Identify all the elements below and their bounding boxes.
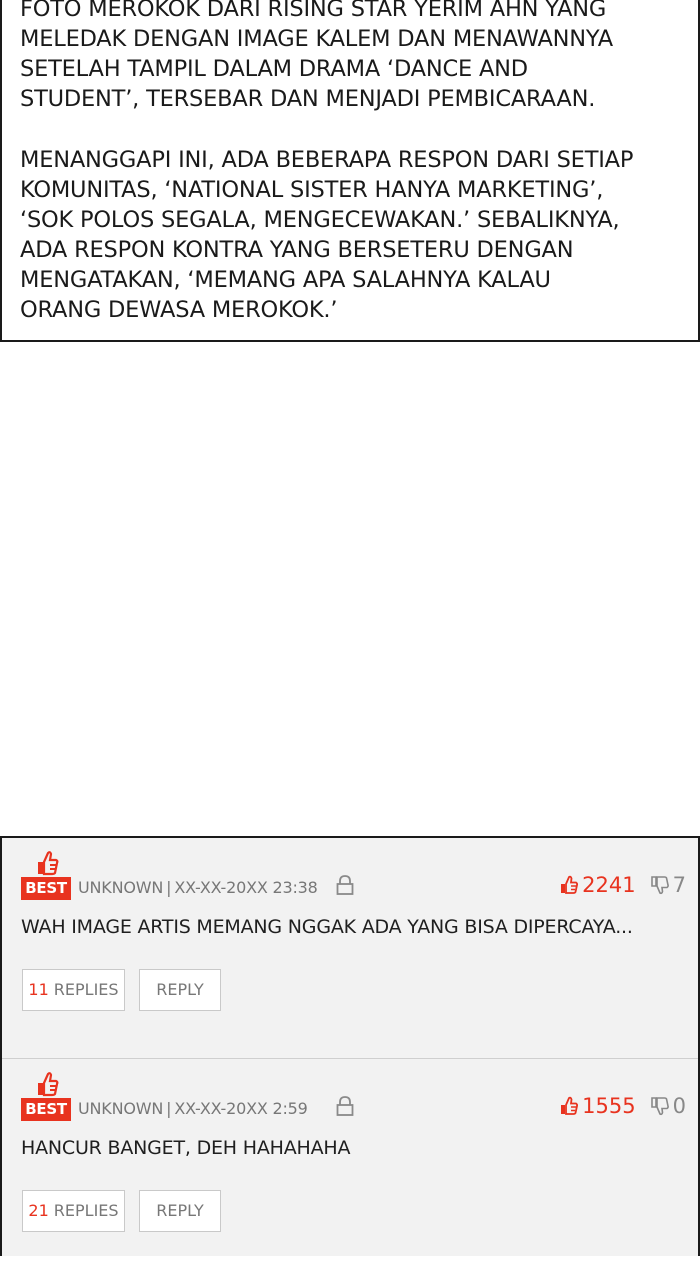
best-badge: BEST bbox=[21, 1071, 71, 1121]
thumbs-up-icon bbox=[561, 1096, 579, 1115]
meta-separator: | bbox=[166, 1099, 172, 1118]
caption-line: MENANGGAPI INI, ADA BEBERAPA RESPON DARI… bbox=[20, 147, 634, 173]
comment-item: BEST UNKNOWN | XX-XX-20XX 23:38 2241 7 W… bbox=[2, 838, 698, 1058]
comment-author: UNKNOWN bbox=[78, 1099, 164, 1118]
reply-count: 11 bbox=[28, 980, 49, 999]
caption-line: MELEDAK DENGAN IMAGE KALEM DAN MENAWANNY… bbox=[20, 26, 613, 52]
lock-icon[interactable] bbox=[335, 1095, 355, 1117]
dislike-count: 7 bbox=[672, 873, 686, 897]
dislike-button[interactable]: 7 bbox=[650, 873, 686, 897]
caption-line: SETELAH TAMPIL DALAM DRAMA ‘DANCE AND bbox=[20, 56, 528, 82]
comment-meta: UNKNOWN | XX-XX-20XX 23:38 bbox=[78, 878, 318, 897]
replies-button[interactable]: 11 REPLIES bbox=[22, 969, 125, 1011]
meta-separator: | bbox=[166, 878, 172, 897]
thumbs-up-icon bbox=[38, 851, 59, 876]
comment-text: WAH IMAGE ARTIS MEMANG NGGAK ADA YANG BI… bbox=[21, 916, 633, 938]
comment-author: UNKNOWN bbox=[78, 878, 164, 897]
caption-line: KOMUNITAS, ‘NATIONAL SISTER HANYA MARKET… bbox=[20, 177, 604, 203]
like-button[interactable]: 1555 bbox=[559, 1094, 636, 1118]
comment-votes: 1555 0 bbox=[559, 1094, 686, 1118]
caption-line: ADA RESPON KONTRA YANG BERSETERU DENGAN bbox=[20, 237, 574, 263]
best-label: BEST bbox=[21, 877, 71, 900]
caption-line: MENGATAKAN, ‘MEMANG APA SALAHNYA KALAU bbox=[20, 267, 551, 293]
comment-text: HANCUR BANGET, DEH HAHAHAHA bbox=[21, 1137, 351, 1159]
reply-button[interactable]: REPLY bbox=[139, 1190, 221, 1232]
thumbs-down-icon bbox=[650, 876, 669, 895]
thumbs-up-icon bbox=[561, 875, 579, 894]
like-button[interactable]: 2241 bbox=[559, 873, 636, 897]
reply-count: 21 bbox=[28, 1201, 49, 1220]
caption-line: FOTO MEROKOK DARI RISING STAR YERIM AHN … bbox=[20, 0, 607, 22]
best-label: BEST bbox=[21, 1098, 71, 1121]
caption-line: ‘SOK POLOS SEGALA, MENGECEWAKAN.’ SEBALI… bbox=[20, 207, 620, 233]
comment-item: BEST UNKNOWN | XX-XX-20XX 2:59 1555 0 HA… bbox=[2, 1058, 698, 1279]
caption-line: ORANG DEWASA MEROKOK.’ bbox=[20, 297, 338, 323]
best-badge: BEST bbox=[21, 850, 71, 900]
comment-votes: 2241 7 bbox=[559, 873, 686, 897]
replies-label: REPLIES bbox=[53, 980, 119, 999]
comment-timestamp: XX-XX-20XX 23:38 bbox=[174, 878, 318, 897]
replies-label: REPLIES bbox=[53, 1201, 119, 1220]
caption-paragraph-2: MENANGGAPI INI, ADA BEBERAPA RESPON DARI… bbox=[20, 145, 684, 325]
caption-paragraph-1: FOTO MEROKOK DARI RISING STAR YERIM AHN … bbox=[20, 0, 684, 114]
thumbs-down-icon bbox=[650, 1097, 669, 1116]
dislike-button[interactable]: 0 bbox=[650, 1094, 686, 1118]
caption-box: FOTO MEROKOK DARI RISING STAR YERIM AHN … bbox=[0, 0, 700, 342]
replies-button[interactable]: 21 REPLIES bbox=[22, 1190, 125, 1232]
like-count: 1555 bbox=[582, 1094, 636, 1118]
comment-meta: UNKNOWN | XX-XX-20XX 2:59 bbox=[78, 1099, 308, 1118]
comment-list: BEST UNKNOWN | XX-XX-20XX 23:38 2241 7 W… bbox=[0, 836, 700, 1256]
thumbs-up-icon bbox=[38, 1072, 59, 1097]
caption-line: STUDENT’, TERSEBAR DAN MENJADI PEMBICARA… bbox=[20, 86, 596, 112]
lock-icon[interactable] bbox=[335, 874, 355, 896]
like-count: 2241 bbox=[582, 873, 636, 897]
dislike-count: 0 bbox=[672, 1094, 686, 1118]
reply-button[interactable]: REPLY bbox=[139, 969, 221, 1011]
comment-timestamp: XX-XX-20XX 2:59 bbox=[174, 1099, 308, 1118]
